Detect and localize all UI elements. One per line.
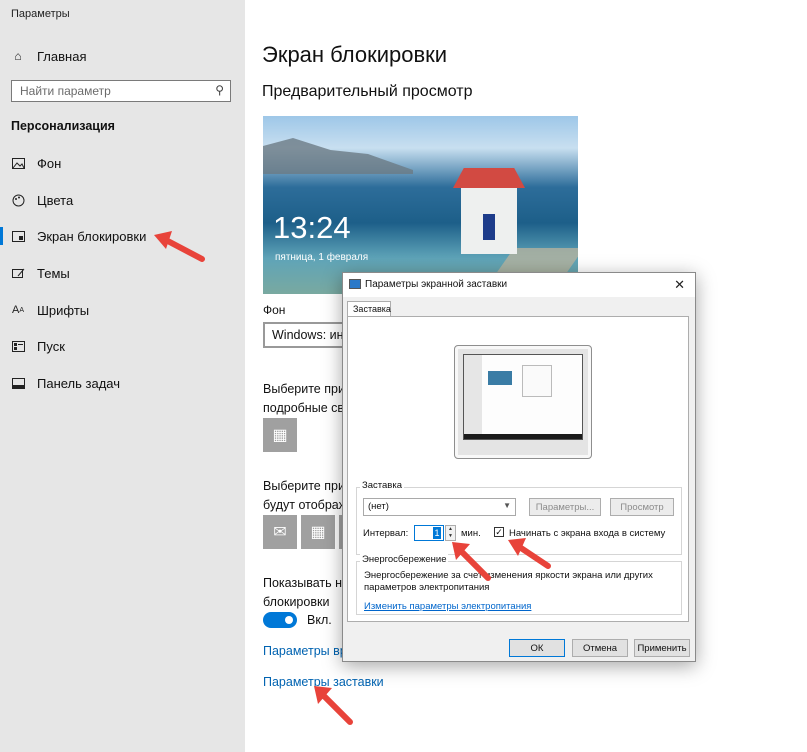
quick-status-line: Выберите прил	[263, 479, 353, 493]
sidebar-item-colors[interactable]: Цвета	[0, 185, 245, 215]
sidebar-item-label: Главная	[37, 48, 87, 64]
screensaver-settings-button[interactable]: Параметры...	[529, 498, 601, 516]
tab-screensaver[interactable]: Заставка	[347, 301, 391, 317]
preview-windmill-roof	[453, 168, 525, 188]
lock-screen-icon	[11, 229, 25, 243]
close-icon[interactable]: ✕	[674, 277, 685, 293]
show-background-toggle[interactable]	[263, 612, 297, 628]
search-placeholder: Найти параметр	[20, 84, 111, 98]
mini-taskbar	[464, 434, 582, 439]
sidebar-item-label: Цвета	[37, 192, 74, 208]
annotation-arrow	[154, 231, 205, 262]
taskbar-icon	[11, 376, 25, 390]
screen-timeout-link[interactable]: Параметры вре	[263, 644, 354, 658]
mail-app-tile[interactable]: ✉	[263, 515, 297, 549]
sidebar-item-fonts[interactable]: AA Шрифты	[0, 295, 245, 325]
cancel-button[interactable]: Отмена	[572, 639, 628, 657]
search-icon: ⚲	[215, 83, 224, 97]
font-icon: AA	[11, 304, 24, 316]
section-title: Персонализация	[11, 119, 115, 133]
interval-value: 1	[433, 527, 441, 539]
preview-time: 13:24	[273, 210, 351, 245]
sidebar-item-label: Пуск	[37, 338, 65, 354]
interval-label: Интервал:	[363, 528, 409, 539]
sidebar-item-label: Экран блокировки	[37, 228, 147, 244]
app-title: Параметры	[11, 8, 70, 20]
sidebar-item-label: Шрифты	[37, 302, 90, 318]
monitor-screen	[463, 354, 583, 440]
calendar-icon: ▦	[272, 427, 288, 444]
show-background-line: Показывать на	[263, 576, 349, 590]
picture-icon	[11, 156, 25, 170]
toggle-label: Вкл.	[307, 613, 332, 627]
preview-title: Предварительный просмотр	[262, 83, 473, 100]
preview-date: пятница, 1 февраля	[275, 252, 369, 263]
start-icon	[11, 339, 25, 353]
calendar-quick-tile[interactable]: ▦	[301, 515, 335, 549]
mini-dialog	[522, 365, 552, 397]
power-settings-link[interactable]: Изменить параметры электропитания	[364, 601, 531, 612]
palette-icon	[11, 193, 25, 207]
sidebar: Параметры ⌂ Главная Найти параметр ⚲ Пер…	[0, 0, 245, 752]
screensaver-value: (нет)	[368, 501, 389, 512]
show-background-line: блокировки	[263, 595, 330, 609]
sidebar-item-taskbar[interactable]: Панель задач	[0, 368, 245, 398]
brush-icon	[11, 266, 25, 280]
quick-status-text: Выберите прил будут отображ	[263, 477, 352, 515]
monitor-icon	[349, 279, 361, 289]
screensaver-select[interactable]: (нет) ▼	[363, 498, 516, 516]
search-input[interactable]: Найти параметр ⚲	[11, 80, 231, 102]
ok-button[interactable]: ОК	[509, 639, 565, 657]
mini-sidebar	[464, 355, 482, 439]
monitor-preview	[454, 345, 592, 459]
preview-hills	[263, 138, 413, 174]
power-group-label: Энергосбережение	[360, 554, 449, 565]
preview-windmill-door	[483, 214, 495, 240]
annotation-arrow	[452, 542, 491, 581]
background-label: Фон	[263, 303, 286, 317]
page-title: Экран блокировки	[262, 42, 448, 67]
calendar-app-tile[interactable]: ▦	[263, 418, 297, 452]
annotation-arrow	[508, 538, 551, 569]
mini-picture	[488, 371, 512, 385]
home-icon: ⌂	[14, 49, 22, 63]
chevron-down-icon: ▼	[503, 501, 511, 510]
sidebar-item-label: Темы	[37, 265, 70, 281]
lock-screen-preview: 13:24 пятница, 1 февраля	[263, 116, 578, 294]
calendar-icon: ▦	[310, 524, 326, 541]
show-background-text: Показывать на блокировки	[263, 574, 349, 612]
sidebar-item-background[interactable]: Фон	[0, 148, 245, 178]
screensaver-group-label: Заставка	[360, 480, 404, 491]
screensaver-preview-button[interactable]: Просмотр	[610, 498, 674, 516]
apply-button[interactable]: Применить	[634, 639, 690, 657]
sidebar-item-start[interactable]: Пуск	[0, 331, 245, 361]
dialog-panel: Заставка (нет) ▼ Параметры... Просмотр И…	[347, 316, 689, 622]
dialog-title: Параметры экранной заставки	[365, 279, 508, 290]
quick-status-line: будут отображ	[263, 498, 348, 512]
annotation-arrow	[314, 686, 353, 725]
sidebar-item-home[interactable]: ⌂ Главная	[0, 41, 245, 71]
dialog-titlebar[interactable]: Параметры экранной заставки ✕	[343, 273, 695, 297]
sidebar-item-label: Фон	[37, 155, 62, 171]
interval-input[interactable]: 1	[414, 525, 444, 541]
sidebar-item-label: Панель задач	[37, 375, 121, 391]
screensaver-dialog: Параметры экранной заставки ✕ Заставка З…	[342, 272, 696, 662]
mail-icon: ✉	[273, 524, 287, 541]
